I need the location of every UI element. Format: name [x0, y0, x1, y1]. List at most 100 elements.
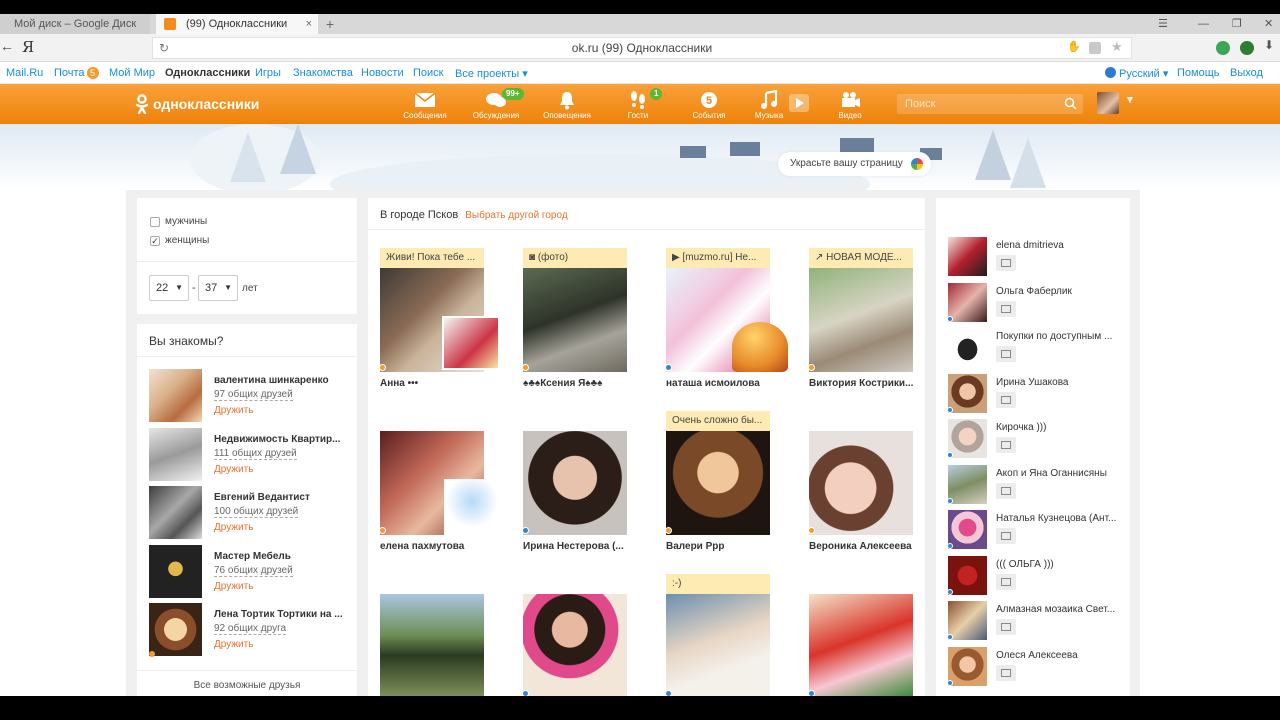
all-possible-friends-link[interactable]: Все возможные друзья — [137, 670, 357, 696]
friend-photo[interactable] — [948, 601, 987, 640]
friend-name[interactable]: Евгений Ведантист — [214, 492, 344, 503]
friend-name[interactable]: Лена Тортик Тортики на ... — [214, 609, 344, 620]
chevron-down-icon[interactable]: ▼ — [1125, 95, 1135, 106]
nav-guests[interactable]: Гости 1 — [606, 88, 670, 122]
friend-name[interactable]: Недвижимость Квартир... — [214, 434, 344, 445]
url-text[interactable]: ok.ru (99) Одноклассники — [153, 41, 1131, 55]
close-window-icon[interactable]: ✕ — [1264, 14, 1273, 34]
portal-link-mail[interactable]: Почта 5 — [54, 67, 99, 79]
friend-name[interactable]: Мастер Мебель — [214, 551, 344, 562]
tab-google-drive[interactable]: Мой диск – Google Диск — [0, 14, 150, 34]
status-caption[interactable]: Живи! Пока тебе ... — [380, 248, 484, 268]
add-friend-button[interactable]: Дружить — [214, 639, 253, 650]
mutual-friends-link[interactable]: 111 общих друзей — [214, 448, 297, 460]
mutual-friends-link[interactable]: 100 общих друзей — [214, 506, 299, 518]
mutual-friends-link[interactable]: 97 общих друзей — [214, 389, 293, 401]
new-tab-icon[interactable]: + — [322, 14, 338, 34]
status-caption[interactable]: :-) — [666, 574, 770, 594]
portal-link-myworld[interactable]: Мой Мир — [109, 67, 155, 79]
nav-video[interactable]: Видео — [818, 88, 882, 122]
friend-name[interactable]: Алмазная мозаика Свет... — [996, 604, 1118, 615]
friend-name[interactable]: Наталья Кузнецова (Ант... — [996, 513, 1118, 524]
add-friend-button[interactable]: Дружить — [214, 405, 253, 416]
send-message-icon[interactable] — [996, 346, 1016, 362]
person-photo[interactable] — [809, 268, 913, 372]
friend-photo[interactable] — [948, 647, 987, 686]
back-arrow-icon[interactable]: ← — [0, 38, 14, 54]
portal-link-ok[interactable]: Одноклассники — [165, 67, 250, 79]
yandex-logo[interactable]: Я — [22, 38, 34, 56]
url-field[interactable]: ↻ ok.ru (99) Одноклассники ✋ ★ — [152, 37, 1132, 59]
portal-link-search[interactable]: Поиск — [413, 67, 443, 79]
status-caption[interactable]: ◙ (фото) — [523, 248, 627, 268]
send-message-icon[interactable] — [996, 437, 1016, 453]
portal-link-games[interactable]: Игры — [255, 67, 281, 79]
friend-photo[interactable] — [149, 428, 202, 481]
mutual-friends-link[interactable]: 92 общих друга — [214, 623, 287, 635]
person-photo[interactable] — [523, 431, 627, 535]
send-message-icon[interactable] — [996, 301, 1016, 317]
nav-messages[interactable]: Сообщения — [393, 88, 457, 122]
person-photo[interactable] — [523, 268, 627, 372]
menu-icon[interactable]: ☰ — [1158, 14, 1168, 34]
friend-name[interactable]: валентина шинкаренко — [214, 375, 344, 386]
age-from-select[interactable]: 22 ▼ — [149, 275, 189, 301]
nav-events[interactable]: 5 События — [677, 88, 741, 122]
friend-name[interactable]: ((( ОЛЬГА ))) — [996, 559, 1118, 570]
send-message-icon[interactable] — [996, 665, 1016, 681]
person-name[interactable]: Ирина Нестерова (... — [523, 541, 673, 552]
logout-link[interactable]: Выход — [1230, 67, 1263, 79]
friend-name[interactable]: elena dmitrieva — [996, 240, 1118, 251]
nav-discussions[interactable]: Обсуждения 99+ — [464, 88, 528, 122]
close-tab-icon[interactable]: × — [306, 14, 312, 34]
gender-male-checkbox[interactable] — [150, 217, 160, 227]
friend-photo[interactable] — [948, 237, 987, 276]
help-link[interactable]: Помощь — [1177, 67, 1220, 79]
send-message-icon[interactable] — [996, 619, 1016, 635]
status-caption[interactable]: Очень сложно бы... — [666, 411, 770, 431]
status-caption[interactable]: ↗ НОВАЯ МОДЕ... — [809, 248, 913, 268]
person-photo[interactable] — [666, 594, 770, 696]
search-icon[interactable] — [1064, 97, 1077, 110]
decorate-page-button[interactable]: Украсьте вашу страницу — [778, 152, 931, 176]
star-icon[interactable]: ★ — [1111, 39, 1123, 54]
extension-icon[interactable] — [1240, 41, 1254, 55]
person-photo[interactable] — [523, 594, 627, 696]
mutual-friends-link[interactable]: 76 общих друзей — [214, 565, 293, 577]
person-photo[interactable] — [666, 431, 770, 535]
person-name[interactable]: Валери Ррр — [666, 541, 816, 552]
extension-icon[interactable] — [1216, 41, 1230, 55]
friend-name[interactable]: Олеся Алексеева — [996, 650, 1118, 661]
person-name[interactable]: наташа исмоилова — [666, 378, 816, 389]
send-message-icon[interactable] — [996, 255, 1016, 271]
send-message-icon[interactable] — [996, 392, 1016, 408]
friend-name[interactable]: Покупки по доступным ... — [996, 331, 1118, 342]
friend-photo[interactable] — [948, 556, 987, 595]
friend-photo[interactable] — [149, 486, 202, 539]
user-avatar[interactable] — [1097, 92, 1119, 114]
minimize-icon[interactable]: — — [1198, 14, 1209, 34]
age-to-select[interactable]: 37 ▼ — [198, 275, 238, 301]
nav-notifications[interactable]: Оповещения — [535, 88, 599, 122]
portal-link-all-projects[interactable]: Все проекты ▾ — [455, 67, 528, 80]
add-friend-button[interactable]: Дружить — [214, 581, 253, 592]
download-icon[interactable]: ⬇ — [1264, 38, 1278, 52]
lock-icon[interactable] — [1089, 42, 1101, 54]
person-photo[interactable] — [666, 268, 788, 372]
friend-name[interactable]: Ирина Ушакова — [996, 377, 1118, 388]
person-photo[interactable] — [380, 268, 500, 372]
friend-photo[interactable] — [149, 603, 202, 656]
ok-logo[interactable]: одноклассники — [135, 93, 259, 115]
send-message-icon[interactable] — [996, 528, 1016, 544]
tab-odnoklassniki[interactable]: (99) Одноклассники × — [156, 14, 318, 34]
friend-photo[interactable] — [948, 465, 987, 504]
friend-photo[interactable] — [948, 328, 987, 367]
add-friend-button[interactable]: Дружить — [214, 464, 253, 475]
friend-photo[interactable] — [149, 369, 202, 422]
friend-photo[interactable] — [149, 545, 202, 598]
add-friend-button[interactable]: Дружить — [214, 522, 253, 533]
friend-photo[interactable] — [948, 283, 987, 322]
send-message-icon[interactable] — [996, 483, 1016, 499]
maximize-icon[interactable]: ❐ — [1232, 14, 1242, 34]
portal-link-mailru[interactable]: Mail.Ru — [6, 67, 43, 79]
